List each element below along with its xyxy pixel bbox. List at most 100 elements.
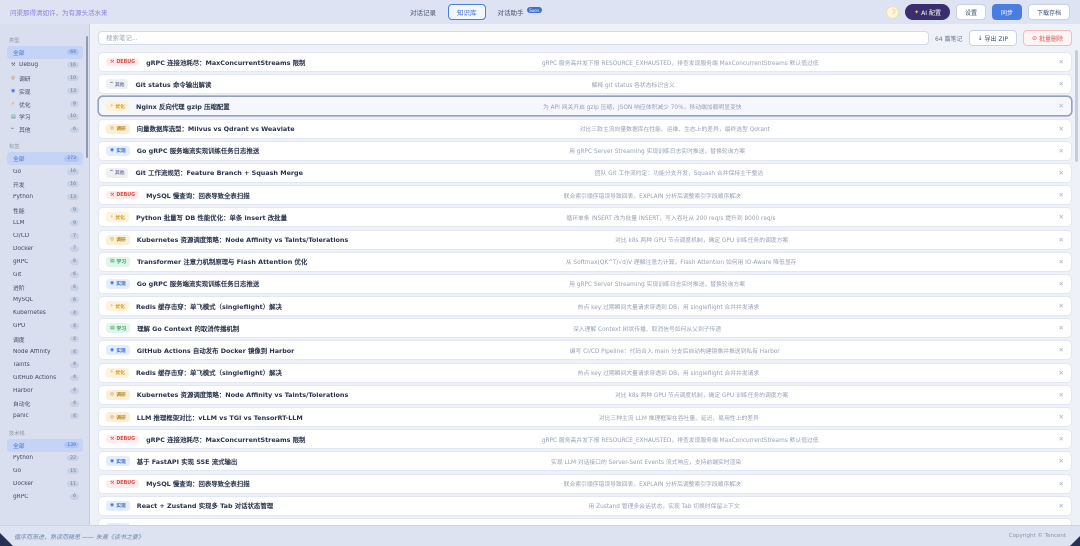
sidebar-scrollbar[interactable] (86, 36, 88, 158)
sidebar-filter-item[interactable]: 开发 16 (7, 178, 83, 191)
sidebar-filter-item[interactable]: CI/CD 7 (7, 230, 83, 243)
sidebar-filter-item[interactable]: Python 13 (7, 191, 83, 204)
close-icon[interactable]: ✕ (1055, 213, 1064, 221)
close-icon[interactable]: ✕ (1055, 413, 1064, 421)
note-row[interactable]: ◉ 实现 React + Zustand 实现多 Tab 对话状态管理 用 Zu… (98, 495, 1072, 516)
note-row[interactable]: ◎ 调研 LLM 推理框架对比：vLLM vs TGI vs TensorRT-… (98, 407, 1072, 427)
note-row[interactable]: ❝ 其他 Git 工作流规范：Feature Branch + Squash M… (98, 162, 1072, 183)
note-type-label: 调研 (116, 393, 126, 399)
close-icon[interactable]: ✕ (1055, 346, 1064, 354)
sidebar-filter-item[interactable]: Kubernetes 4 (7, 307, 83, 320)
note-row[interactable]: ▤ 学习 理解 Go Context 的取消传播机制 深入理解 Context … (98, 318, 1072, 339)
header-tab[interactable]: 对话助手 Soon (498, 7, 542, 17)
note-row[interactable]: ◎ 调研 Kubernetes 资源调度策略：Node Affinity vs … (98, 229, 1072, 250)
note-row[interactable]: ⚒ DEBUG gRPC 连接池耗尽：MaxConcurrentStreams … (98, 52, 1072, 72)
sidebar-filter-item[interactable]: 全部 139 (7, 438, 83, 452)
note-row[interactable]: ◉ 实现 ✕ (98, 517, 1072, 525)
ai-config-button[interactable]: ✦ AI 配置 (905, 4, 950, 20)
sidebar-filter-item[interactable]: ▤ 学习 10 (7, 110, 83, 123)
count-badge: 4 (70, 361, 79, 368)
note-row[interactable]: ▤ 学习 Transformer 注意力机制原理与 Flash Attentio… (98, 251, 1072, 272)
note-row[interactable]: ◎ 调研 向量数据库选型：Milvus vs Qdrant vs Weaviat… (98, 118, 1072, 139)
close-icon[interactable]: ✕ (1055, 147, 1064, 155)
export-zip-button[interactable]: ↓ 导出 ZIP (968, 30, 1017, 46)
note-row[interactable]: ⚡ 优化 Nginx 反向代理 gzip 压缩配置 为 API 网关开启 gzi… (98, 96, 1072, 117)
note-row[interactable]: ◉ 实现 Go gRPC 服务端流实现训练任务日志推送 用 gRPC Serve… (98, 273, 1072, 294)
bulk-delete-button[interactable]: ⊘ 批量删除 (1022, 30, 1072, 46)
note-row[interactable]: ⚒ DEBUG MySQL 慢查询：回表导致全表扫描 联合索引顺序错误导致回表，… (98, 185, 1072, 206)
sidebar-filter-item[interactable]: ◉ 实现 13 (7, 85, 83, 98)
sidebar-filter-item[interactable]: 进阶 6 (7, 281, 83, 294)
note-row[interactable]: ⚒ DEBUG gRPC 连接池耗尽：MaxConcurrentStreams … (98, 429, 1072, 450)
settings-button[interactable]: 设置 (955, 4, 986, 20)
close-icon[interactable]: ✕ (1055, 524, 1064, 525)
sidebar-filter-item[interactable]: ⚒ Debug 16 (7, 59, 83, 72)
theme-toggle-button[interactable]: ☽ (886, 5, 900, 19)
close-icon[interactable]: ✕ (1055, 80, 1064, 88)
close-icon[interactable]: ✕ (1055, 324, 1064, 332)
sidebar-filter-item[interactable]: gRPC 6 (7, 255, 83, 268)
count-badge: 11 (67, 481, 79, 488)
note-title: Git status 命令输出解读 (135, 80, 212, 89)
note-row[interactable]: ❝ 其他 Git status 命令输出解读 解释 git status 各状态… (98, 74, 1072, 95)
sidebar-filter-item[interactable]: panic 4 (7, 410, 83, 423)
note-row[interactable]: ⚡ 优化 Redis 缓存击穿：单飞模式（singleflight）解决 热点 … (98, 362, 1072, 383)
sidebar-filter-item[interactable]: 全部 64 (7, 46, 83, 59)
close-icon[interactable]: ✕ (1055, 280, 1064, 288)
sidebar-filter-item[interactable]: ◎ 调研 10 (7, 72, 83, 85)
sidebar-filter-item[interactable]: 性能 9 (7, 204, 83, 217)
close-icon[interactable]: ✕ (1055, 58, 1064, 66)
close-icon[interactable]: ✕ (1055, 502, 1064, 510)
close-icon[interactable]: ✕ (1055, 258, 1064, 266)
count-badge: 4 (70, 374, 79, 381)
note-row[interactable]: ◎ 调研 Kubernetes 资源调度策略：Node Affinity vs … (98, 384, 1072, 405)
note-row[interactable]: ⚡ 优化 Python 批量写 DB 性能优化：单条 insert 改批量 循环… (98, 207, 1072, 228)
note-row[interactable]: ◉ 实现 Go gRPC 服务端流实现训练任务日志推送 用 gRPC Serve… (98, 140, 1072, 161)
magnifier-icon: ◎ (110, 237, 115, 242)
sidebar-filter-item[interactable]: ❝ 其他 6 (7, 123, 83, 136)
close-icon[interactable]: ✕ (1055, 435, 1064, 443)
sidebar-filter-item[interactable]: GitHub Actions 4 (7, 371, 83, 384)
sidebar-filter-item[interactable]: Docker 11 (7, 478, 83, 491)
close-icon[interactable]: ✕ (1055, 302, 1064, 310)
sidebar-filter-item[interactable]: Harbor 4 (7, 384, 83, 397)
close-icon[interactable]: ✕ (1055, 169, 1064, 177)
list-scrollbar[interactable] (1075, 50, 1078, 162)
sidebar-filter-item[interactable]: 自动化 4 (7, 397, 83, 410)
close-icon[interactable]: ✕ (1055, 102, 1064, 110)
note-title: 基于 FastAPI 实现 SSE 流式输出 (136, 457, 238, 466)
sidebar-filter-item[interactable]: GPU 4 (7, 320, 83, 333)
sync-button[interactable]: 同步 (991, 4, 1022, 20)
sidebar-filter-item[interactable]: Taints 4 (7, 358, 83, 371)
header-tab[interactable]: 对话记录 (410, 7, 436, 17)
sidebar-filter-item[interactable]: Go 15 (7, 465, 83, 478)
sidebar-filter-item[interactable]: Python 22 (7, 452, 83, 465)
close-icon[interactable]: ✕ (1055, 191, 1064, 199)
header-tab[interactable]: 知识库 (448, 4, 486, 20)
sidebar-filter-item[interactable]: 全部 273 (7, 152, 83, 166)
count-badge: 9 (70, 101, 79, 107)
sidebar-filter-item[interactable]: LLM 9 (7, 217, 83, 230)
close-icon[interactable]: ✕ (1055, 125, 1064, 133)
note-type-badge: ❝ 其他 (106, 79, 129, 90)
sidebar-filter-item[interactable]: Node Affinity 4 (7, 346, 83, 359)
close-icon[interactable]: ✕ (1055, 236, 1064, 244)
sidebar-filter-item[interactable]: MySQL 6 (7, 294, 83, 307)
sidebar-filter-item[interactable]: Git 6 (7, 268, 83, 281)
close-icon[interactable]: ✕ (1055, 480, 1064, 488)
sidebar-filter-item[interactable]: gRPC 6 (7, 491, 83, 504)
note-row[interactable]: ◉ 实现 基于 FastAPI 实现 SSE 流式输出 实现 LLM 对话接口的… (98, 451, 1072, 472)
sidebar-filter-item[interactable]: ⚡ 优化 9 (7, 98, 83, 111)
sidebar-filter-item[interactable]: 调度 4 (7, 333, 83, 346)
close-icon[interactable]: ✕ (1055, 391, 1064, 399)
note-row[interactable]: ⚒ DEBUG MySQL 慢查询：回表导致全表扫描 联合索引顺序错误导致回表，… (98, 473, 1072, 494)
sidebar-filter-item[interactable]: Docker 7 (7, 242, 83, 255)
close-icon[interactable]: ✕ (1055, 457, 1064, 465)
sidebar-filter-item[interactable]: Go 16 (7, 165, 83, 178)
search-input[interactable] (98, 31, 929, 45)
close-icon[interactable]: ✕ (1055, 369, 1064, 377)
download-archive-button[interactable]: 下载存档 (1027, 4, 1070, 20)
note-row[interactable]: ◉ 实现 GitHub Actions 自动发布 Docker 镜像到 Harb… (98, 340, 1072, 361)
note-row[interactable]: ⚡ 优化 Redis 缓存击穿：单飞模式（singleflight）解决 热点 … (98, 296, 1072, 317)
note-description: 对比三款主流向量数据库在性能、运维、生态上的差异，最终选型 Qdrant (579, 127, 770, 134)
